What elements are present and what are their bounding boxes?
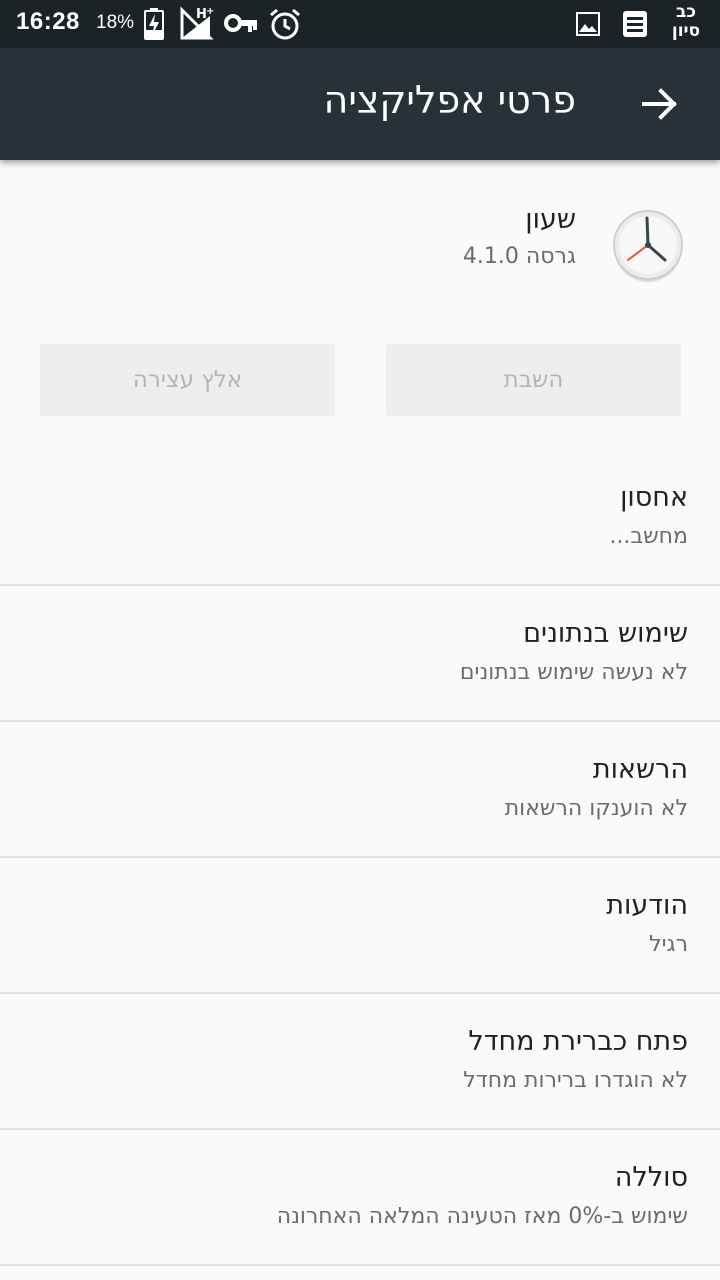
battery-title: סוללה [614, 1162, 688, 1193]
notes-icon [622, 10, 648, 38]
carrier-label: כב סיון [664, 3, 708, 45]
app-settings-list: אחסון מחשב... שימוש בנתונים לא נעשה שימו… [0, 450, 720, 1266]
battery-percent: 18% [96, 12, 135, 33]
permissions-item[interactable]: הרשאות לא הוענקו הרשאות [0, 722, 720, 858]
storage-subtitle: מחשב... [609, 524, 688, 549]
notifications-subtitle: רגיל [649, 932, 688, 957]
app-name: שעון [525, 204, 576, 235]
battery-charging-icon [144, 8, 164, 40]
carrier-line-1: כב [676, 2, 696, 22]
image-icon [576, 12, 600, 36]
app-version: גרסה 4.1.0 [462, 244, 576, 269]
svg-text:+: + [206, 6, 214, 17]
carrier-line-2: סיון [671, 21, 701, 41]
page-title: פרטי אפליקציה [323, 78, 576, 122]
status-time: 16:28 [16, 8, 80, 35]
arrow-right-icon [642, 88, 677, 120]
open-by-default-item[interactable]: פתח כברירת מחדל לא הוגדרו ברירות מחדל [0, 994, 720, 1130]
status-bar: 16:28 18% H + כב סיון [0, 0, 720, 48]
storage-item[interactable]: אחסון מחשב... [0, 450, 720, 586]
signal-h-plus-icon: H + [180, 6, 214, 40]
disable-button[interactable]: השבת [386, 344, 681, 416]
open-by-default-subtitle: לא הוגדרו ברירות מחדל [463, 1068, 688, 1093]
alarm-icon [268, 8, 302, 40]
open-by-default-title: פתח כברירת מחדל [468, 1026, 688, 1057]
permissions-subtitle: לא הוענקו הרשאות [504, 796, 688, 821]
storage-title: אחסון [620, 482, 688, 513]
app-bar: פרטי אפליקציה [0, 48, 720, 160]
clock-icon [610, 208, 686, 284]
force-stop-button[interactable]: אלץ עצירה [40, 344, 335, 416]
battery-item[interactable]: סוללה שימוש ב-0% מאז הטעינה המלאה האחרונ… [0, 1130, 720, 1266]
permissions-title: הרשאות [592, 754, 688, 785]
notifications-title: הודעות [606, 890, 688, 921]
data-usage-title: שימוש בנתונים [523, 618, 688, 649]
notifications-item[interactable]: הודעות רגיל [0, 858, 720, 994]
vpn-key-icon [224, 12, 258, 34]
battery-subtitle: שימוש ב-0% מאז הטעינה המלאה האחרונה [276, 1204, 688, 1229]
data-usage-subtitle: לא נעשה שימוש בנתונים [459, 660, 688, 685]
back-button[interactable] [628, 72, 692, 136]
app-header: שעון גרסה 4.1.0 [0, 160, 720, 320]
data-usage-item[interactable]: שימוש בנתונים לא נעשה שימוש בנתונים [0, 586, 720, 722]
